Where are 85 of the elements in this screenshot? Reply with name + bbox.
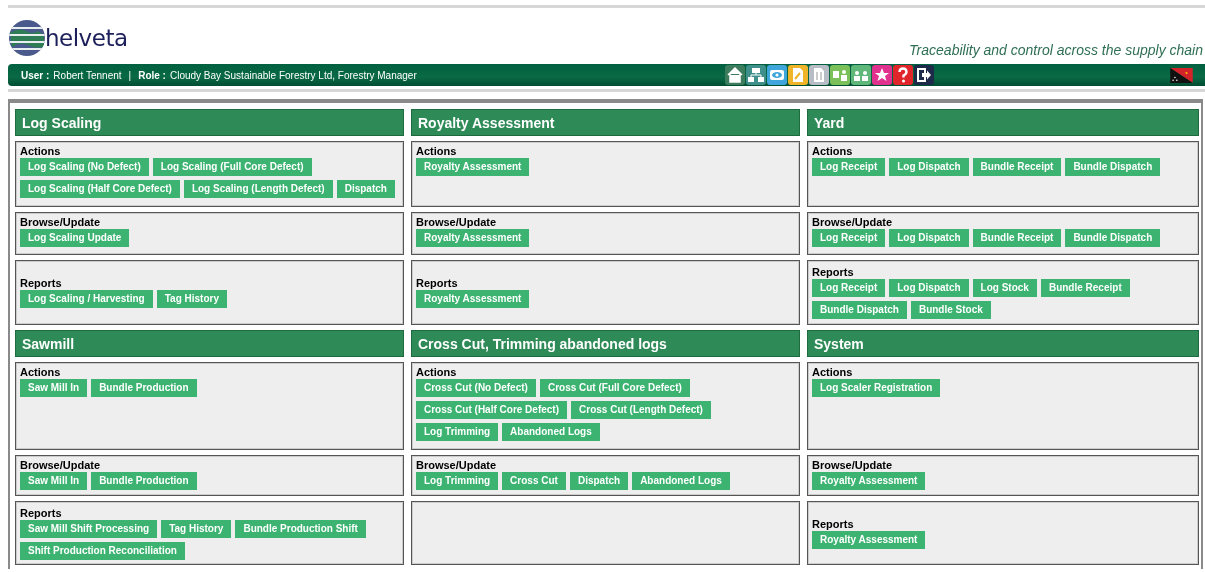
section-title: Reports (20, 506, 63, 519)
menu-button[interactable]: Log Receipt (812, 158, 886, 176)
menu-button[interactable]: Royalty Assessment (812, 530, 926, 549)
menu-button[interactable]: Log Scaling / Harvesting (20, 290, 153, 308)
section-title: Actions (416, 145, 458, 157)
menu-button[interactable]: Cross Cut (Half Core Defect) (416, 401, 568, 419)
user-label: User : (21, 69, 50, 81)
eye-icon[interactable] (767, 65, 787, 85)
section-title: Browse/Update (416, 459, 498, 471)
menu-button[interactable]: Log Scaling (Full Core Defect) (152, 158, 312, 176)
document-icon[interactable] (788, 65, 808, 85)
section-title: Reports (812, 266, 855, 278)
menu-button[interactable]: Log Trimming (416, 472, 499, 490)
module-header: Sawmill (15, 330, 404, 357)
section-title: Reports (812, 517, 855, 530)
menu-button[interactable]: Log Dispatch (889, 279, 969, 297)
menu-button[interactable]: Abandoned Logs (632, 472, 730, 490)
tagline: Traceability and control across the supply chain (909, 42, 1203, 58)
user-name: Robert Tennent (53, 69, 122, 81)
section-title: Actions (416, 366, 458, 378)
menu-button[interactable]: Royalty Assessment (812, 472, 926, 490)
menu-button[interactable]: Cross Cut (No Defect) (416, 379, 536, 397)
flag-icon[interactable] (1170, 67, 1193, 83)
separator: | (128, 69, 132, 81)
document-icon[interactable] (809, 65, 829, 85)
module-header: System (807, 330, 1199, 357)
menu-button[interactable]: Bundle Dispatch (1065, 158, 1161, 176)
menu-button[interactable]: Bundle Stock (910, 301, 991, 319)
section-title: Browse/Update (20, 216, 102, 228)
module-header: Cross Cut, Trimming abandoned logs (411, 330, 800, 357)
menu-button[interactable]: Log Scaling Update (20, 229, 130, 247)
menu-button[interactable]: Bundle Receipt (1040, 279, 1130, 297)
menu-button[interactable]: Royalty Assessment (416, 290, 530, 308)
role-label: Role : (138, 69, 166, 81)
menu-button[interactable]: Saw Mill In (20, 472, 88, 490)
menu-button[interactable]: Royalty Assessment (416, 158, 530, 176)
section-title: Actions (20, 366, 62, 378)
section-title: Reports (416, 277, 459, 289)
logout-icon[interactable] (914, 65, 934, 85)
menu-button[interactable]: Cross Cut (502, 472, 566, 490)
menu-button[interactable]: Cross Cut (Full Core Defect) (539, 379, 690, 397)
section-title: Actions (812, 366, 854, 378)
menu-button[interactable]: Bundle Production (91, 472, 197, 490)
section-title: Reports (20, 277, 63, 289)
menu-button[interactable]: Log Trimming (416, 423, 499, 441)
menu-button[interactable]: Abandoned Logs (502, 423, 600, 441)
menu-button[interactable]: Tag History (161, 519, 232, 538)
menu-button[interactable]: Bundle Production (91, 379, 197, 397)
help-icon[interactable] (893, 65, 913, 85)
menu-button[interactable]: Royalty Assessment (416, 229, 530, 247)
module-header: Yard (807, 109, 1199, 136)
menu-button[interactable]: Shift Production Reconciliation (20, 541, 185, 560)
menu-button[interactable]: Log Scaler Registration (812, 379, 941, 397)
home-icon[interactable] (725, 65, 745, 85)
menu-button[interactable]: Log Receipt (812, 229, 886, 247)
sitemap-icon[interactable] (746, 65, 766, 85)
menu-button[interactable]: Saw Mill Shift Processing (20, 519, 158, 538)
menu-button[interactable]: Bundle Dispatch (812, 301, 907, 319)
section-title: Actions (20, 145, 62, 157)
menu-button[interactable]: Log Scaling (Length Defect) (183, 180, 333, 198)
menu-button[interactable]: Log Stock (972, 279, 1037, 297)
menu-button[interactable]: Log Receipt (812, 279, 886, 297)
menu-button[interactable]: Saw Mill In (20, 379, 88, 397)
menu-button[interactable]: Dispatch (569, 472, 629, 490)
menu-button[interactable]: Log Dispatch (889, 158, 969, 176)
module-header: Royalty Assessment (411, 109, 800, 136)
menu-button[interactable]: Log Scaling (No Defect) (20, 158, 149, 176)
logo-text: helveta (45, 25, 128, 51)
menu-button[interactable]: Bundle Receipt (972, 229, 1062, 247)
section-title: Actions (812, 145, 854, 157)
section-title: Browse/Update (20, 459, 102, 471)
menu-button[interactable]: Dispatch (336, 180, 395, 198)
menu-button[interactable]: Bundle Dispatch (1065, 229, 1161, 247)
section-title: Browse/Update (812, 459, 894, 471)
module-header: Log Scaling (15, 109, 404, 136)
section-title: Browse/Update (416, 216, 498, 228)
section-title: Browse/Update (812, 216, 894, 228)
menu-button[interactable]: Bundle Receipt (972, 158, 1062, 176)
role-name: Cloudy Bay Sustainable Forestry Ltd, Forestry Manager (169, 69, 417, 81)
menu-button[interactable]: Bundle Production Shift (235, 519, 366, 538)
globe-logo-icon (8, 19, 46, 57)
menu-button[interactable]: Log Dispatch (889, 229, 969, 247)
menu-button[interactable]: Log Scaling (Half Core Defect) (20, 180, 180, 198)
menu-button[interactable]: Cross Cut (Length Defect) (571, 401, 711, 419)
menu-button[interactable]: Tag History (156, 290, 227, 308)
